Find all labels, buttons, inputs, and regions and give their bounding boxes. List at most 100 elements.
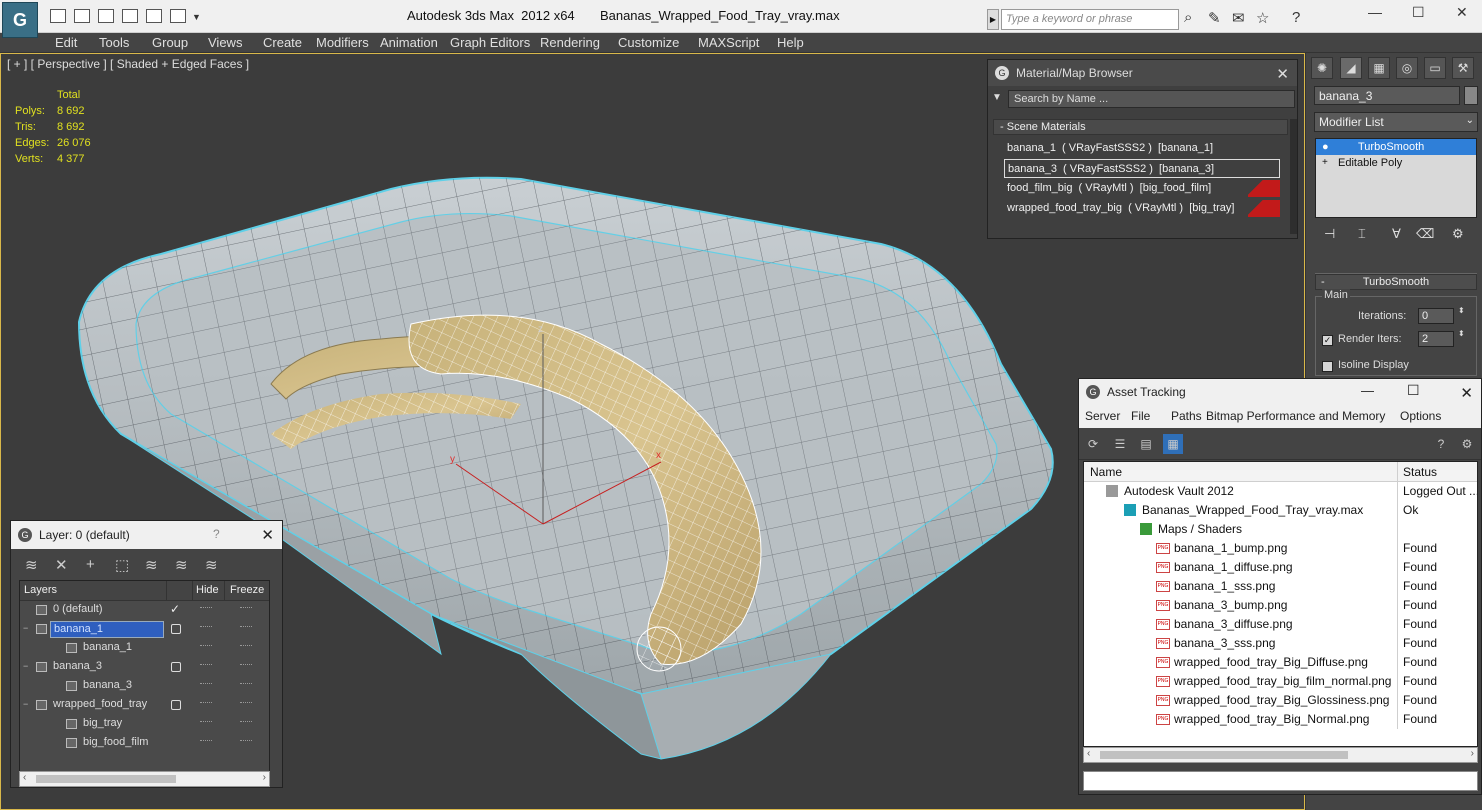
at-menu-file[interactable]: File [1131, 409, 1150, 423]
scroll-thumb[interactable] [36, 775, 176, 783]
at-menu-options[interactable]: Options [1400, 409, 1441, 423]
layer-row[interactable]: 0 (default) ✓ [20, 601, 269, 620]
material-item-food-tray[interactable]: wrapped_food_tray_big ( VRayMtl ) [big_t… [1004, 199, 1280, 218]
utilities-tab-icon[interactable]: ⚒ [1452, 57, 1474, 79]
rollout-header[interactable]: - TurboSmooth [1315, 274, 1477, 290]
thumbnail-icon[interactable]: ▤ [1138, 436, 1154, 452]
browser-options-icon[interactable]: ▼ [992, 92, 1002, 103]
scroll-left-icon[interactable]: ‹ [23, 772, 26, 783]
set-current-layer-icon[interactable] [171, 662, 181, 672]
show-end-result-icon[interactable]: ⌶ [1358, 226, 1366, 246]
menu-help[interactable]: Help [777, 35, 804, 50]
help-search-input[interactable]: Type a keyword or phrase [1001, 9, 1179, 30]
menu-customize[interactable]: Customize [618, 35, 679, 50]
object-name-field[interactable]: banana_3 [1314, 86, 1460, 105]
menu-animation[interactable]: Animation [380, 35, 438, 50]
close-icon[interactable]: ✕ [1456, 4, 1468, 21]
asset-row[interactable]: PNG banana_3_diffuse.png Found [1084, 615, 1477, 634]
spinner-arrows-icon[interactable]: ⬍ [1458, 329, 1465, 338]
horizontal-scrollbar[interactable]: ‹ › [19, 771, 270, 787]
tools-icon[interactable]: ✎ [1208, 9, 1221, 27]
fetch-icon[interactable] [170, 9, 186, 23]
refresh-icon[interactable]: ⟳ [1085, 436, 1101, 452]
spinner-arrows-icon[interactable]: ⬍ [1458, 306, 1465, 315]
column-name[interactable]: Name [1090, 465, 1122, 479]
layer-object-row[interactable]: big_food_film [20, 734, 269, 753]
add-to-layer-icon[interactable]: + [86, 556, 95, 573]
help-button[interactable]: ? [213, 527, 220, 541]
asset-row[interactable]: PNG banana_3_sss.png Found [1084, 634, 1477, 653]
configure-modifier-sets-icon[interactable]: ⚙ [1452, 226, 1464, 246]
asset-row[interactable]: PNG banana_1_bump.png Found [1084, 539, 1477, 558]
scene-materials-section[interactable]: - Scene Materials [993, 119, 1288, 135]
scroll-left-icon[interactable]: ‹ [1087, 748, 1090, 759]
freeze-toggle[interactable] [240, 664, 252, 666]
select-objects-icon[interactable]: ⬚ [115, 556, 129, 574]
open-file-icon[interactable] [50, 9, 66, 23]
asset-row[interactable]: PNG banana_1_sss.png Found [1084, 577, 1477, 596]
maximize-icon[interactable]: ☐ [1412, 4, 1425, 21]
hide-toggle[interactable] [200, 721, 212, 723]
create-tab-icon[interactable]: ✺ [1311, 57, 1333, 79]
menu-group[interactable]: Group [152, 35, 188, 50]
layer-object-row[interactable]: big_tray [20, 715, 269, 734]
object-color-swatch[interactable] [1464, 86, 1478, 105]
asset-row[interactable]: Bananas_Wrapped_Food_Tray_vray.max Ok [1084, 501, 1477, 520]
menu-maxscript[interactable]: MAXScript [698, 35, 759, 50]
column-layers[interactable]: Layers [24, 584, 57, 596]
column-hide[interactable]: Hide [196, 584, 219, 596]
material-item-banana-1[interactable]: banana_1 ( VRayFastSSS2 ) [banana_1] [1004, 139, 1280, 158]
create-layer-icon[interactable]: ≋ [25, 556, 38, 574]
scroll-right-icon[interactable]: › [263, 772, 266, 783]
expand-plus-icon[interactable]: + [1322, 155, 1328, 171]
modify-tab-icon[interactable]: ◢ [1340, 57, 1362, 79]
collapse-minus-icon[interactable]: − [23, 699, 28, 709]
freeze-all-icon[interactable]: ≋ [205, 556, 218, 574]
minimize-icon[interactable]: — [1361, 383, 1374, 398]
make-unique-icon[interactable]: ∀ [1392, 226, 1401, 246]
highlight-layer-icon[interactable]: ≋ [145, 556, 158, 574]
asset-row[interactable]: Maps / Shaders [1084, 520, 1477, 539]
hide-toggle[interactable] [200, 645, 212, 647]
quick-access-dropdown-icon[interactable]: ▼ [192, 12, 201, 22]
freeze-toggle[interactable] [240, 683, 252, 685]
iterations-spinner[interactable]: 0 [1418, 308, 1454, 324]
table-view-icon[interactable]: ▦ [1163, 434, 1183, 454]
layer-row[interactable]: − banana_3 [20, 658, 269, 677]
set-current-layer-icon[interactable] [171, 700, 181, 710]
asset-row[interactable]: PNG banana_1_diffuse.png Found [1084, 558, 1477, 577]
stack-item-turbosmooth[interactable]: ● TurboSmooth [1316, 139, 1476, 155]
hierarchy-tab-icon[interactable]: ▦ [1368, 57, 1390, 79]
freeze-toggle[interactable] [240, 702, 252, 704]
material-item-banana-3[interactable]: banana_3 ( VRayFastSSS2 ) [banana_3] [1004, 159, 1280, 178]
layer-object-row[interactable]: banana_3 [20, 677, 269, 696]
freeze-toggle[interactable] [240, 626, 252, 628]
material-item-food-film[interactable]: food_film_big ( VRayMtl ) [big_food_film… [1004, 179, 1280, 198]
current-layer-checkmark-icon[interactable]: ✓ [170, 602, 180, 616]
at-menu-paths[interactable]: Paths [1171, 409, 1202, 423]
render-iters-checkbox[interactable]: ✓ [1322, 335, 1333, 346]
freeze-toggle[interactable] [240, 721, 252, 723]
hide-toggle[interactable] [200, 626, 212, 628]
column-freeze[interactable]: Freeze [230, 584, 264, 596]
hide-toggle[interactable] [200, 702, 212, 704]
close-icon[interactable]: ✕ [261, 526, 274, 544]
collapse-minus-icon[interactable]: − [23, 623, 28, 633]
minimize-icon[interactable]: — [1368, 4, 1382, 20]
isoline-display-checkbox[interactable] [1322, 361, 1333, 372]
close-icon[interactable]: ✕ [1276, 65, 1289, 83]
set-current-layer-icon[interactable] [171, 624, 181, 634]
remove-modifier-icon[interactable]: ⌫ [1416, 226, 1434, 246]
communication-icon[interactable]: ✉ [1232, 9, 1245, 27]
layer-manager-titlebar[interactable]: G Layer: 0 (default) ? ✕ [11, 521, 282, 549]
freeze-toggle[interactable] [240, 607, 252, 609]
scrollbar[interactable] [1290, 119, 1297, 234]
hide-toggle[interactable] [200, 740, 212, 742]
asset-row[interactable]: PNG wrapped_food_tray_Big_Diffuse.png Foun… [1084, 653, 1477, 672]
undo-icon[interactable] [98, 9, 114, 23]
close-icon[interactable]: ✕ [1460, 384, 1473, 402]
freeze-toggle[interactable] [240, 645, 252, 647]
delete-layer-icon[interactable]: ✕ [55, 556, 68, 574]
hide-toggle[interactable] [200, 664, 212, 666]
material-browser-titlebar[interactable]: G Material/Map Browser ✕ [988, 60, 1297, 86]
